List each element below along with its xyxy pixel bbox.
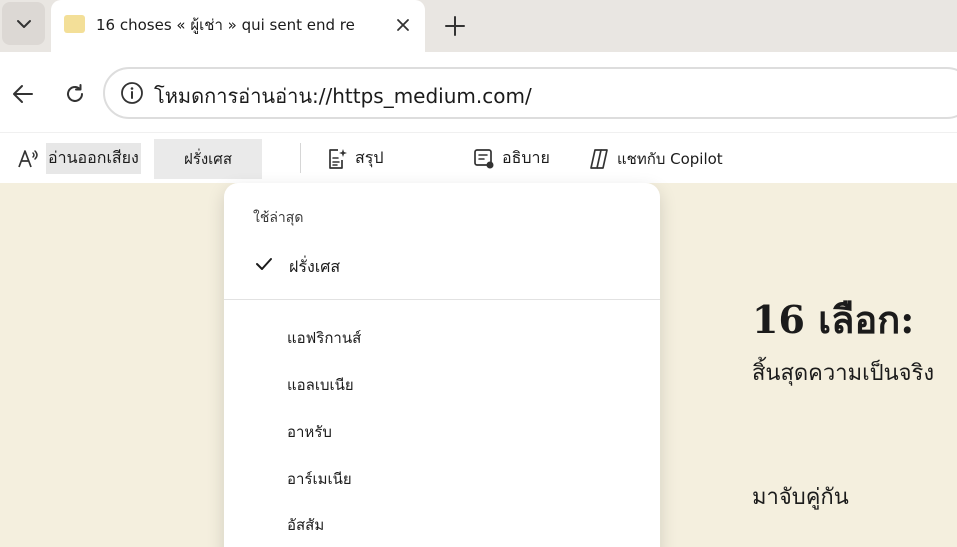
page-favicon-icon: [64, 15, 85, 33]
toolbar-divider: [300, 143, 301, 173]
copilot-label: แชทกับ Copilot: [617, 149, 723, 168]
info-icon[interactable]: [120, 81, 144, 105]
language-option-selected[interactable]: ฝรั่งเศส: [289, 255, 340, 280]
tab-close-button[interactable]: [391, 13, 415, 37]
reload-icon: [67, 84, 83, 102]
language-option[interactable]: แอฟริกานส์: [287, 326, 361, 350]
language-option[interactable]: อาร์เมเนีย: [287, 467, 352, 491]
summarize-icon: [325, 147, 349, 171]
back-button[interactable]: [8, 79, 38, 109]
article-title: 16 เลือก:: [752, 297, 915, 342]
menu-separator: [224, 299, 660, 300]
copilot-icon: [587, 147, 611, 171]
reader-toolbar: อ่านออกเสียง ฝรั่งเศส สรุป อธิบาย แชทกับ…: [0, 132, 957, 183]
article-subtitle: สิ้นสุดความเป็นจริง: [752, 361, 935, 386]
close-icon: [397, 19, 409, 31]
tab-strip: 16 choses « ผู้เช่า » qui sent end re: [0, 0, 957, 52]
check-icon: [256, 258, 272, 270]
language-dropdown: ใช้ล่าสุด ฝรั่งเศส แอฟริกานส์ แอลเบเนีย …: [224, 183, 660, 547]
language-option[interactable]: แอลเบเนีย: [287, 373, 354, 397]
chevron-down-icon: [16, 19, 31, 28]
read-aloud-icon: [16, 147, 40, 171]
explain-button[interactable]: อธิบาย: [472, 133, 550, 184]
read-aloud-button[interactable]: อ่านออกเสียง: [16, 133, 141, 184]
article-heading: มาจับคู่กัน: [752, 485, 849, 510]
arrow-left-icon: [13, 85, 33, 103]
read-aloud-label: อ่านออกเสียง: [46, 143, 141, 174]
explain-label: อธิบาย: [502, 148, 550, 167]
summarize-button[interactable]: สรุป: [325, 133, 384, 184]
reload-button[interactable]: [60, 79, 90, 109]
navigation-toolbar: โหมดการอ่านอ่าน://https_medium.com/: [0, 52, 957, 132]
address-bar[interactable]: โหมดการอ่านอ่าน://https_medium.com/: [103, 67, 957, 119]
language-option[interactable]: อัสสัม: [287, 513, 324, 537]
chat-copilot-button[interactable]: แชทกับ Copilot: [587, 133, 723, 184]
recent-header: ใช้ล่าสุด: [253, 210, 304, 226]
language-select[interactable]: ฝรั่งเศส: [154, 139, 262, 179]
plus-icon: [445, 16, 465, 36]
new-tab-button[interactable]: [439, 10, 471, 42]
tab-list-button[interactable]: [2, 2, 45, 45]
summarize-label: สรุป: [355, 148, 384, 167]
browser-tab[interactable]: 16 choses « ผู้เช่า » qui sent end re: [51, 0, 425, 52]
explain-icon: [472, 147, 496, 171]
language-option[interactable]: อาหรับ: [287, 420, 332, 444]
address-url[interactable]: โหมดการอ่านอ่าน://https_medium.com/: [154, 80, 532, 112]
tab-title: 16 choses « ผู้เช่า » qui sent end re: [96, 16, 355, 34]
